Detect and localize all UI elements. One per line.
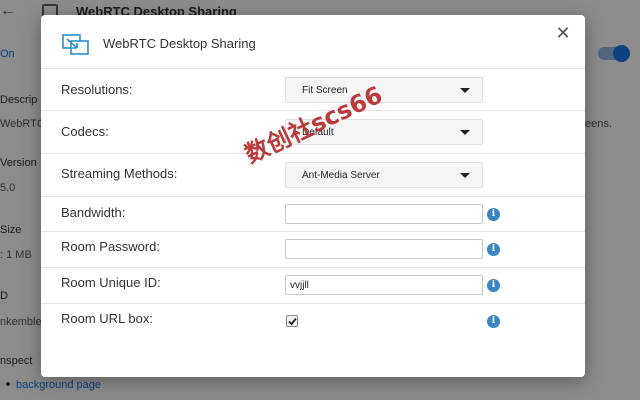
room-password-label: Room Password: bbox=[61, 239, 160, 254]
caret-down-icon bbox=[460, 88, 470, 93]
codecs-label: Codecs: bbox=[61, 124, 109, 139]
info-icon[interactable]: i bbox=[487, 315, 500, 328]
codecs-selected-value: Default bbox=[302, 127, 334, 138]
resolutions-row: Resolutions: Fit Screen bbox=[41, 69, 585, 111]
caret-down-icon bbox=[460, 130, 470, 135]
bandwidth-label: Bandwidth: bbox=[61, 205, 126, 220]
room-url-box-checkbox[interactable] bbox=[286, 315, 298, 327]
resolutions-label: Resolutions: bbox=[61, 82, 133, 97]
codecs-select[interactable]: Default bbox=[285, 119, 483, 145]
codecs-row: Codecs: Default bbox=[41, 111, 585, 154]
info-icon[interactable]: i bbox=[487, 208, 500, 221]
dialog-title: WebRTC Desktop Sharing bbox=[103, 36, 256, 51]
streaming-methods-row: Streaming Methods: Ant-Media Server bbox=[41, 154, 585, 197]
room-url-box-row: Room URL box: i bbox=[41, 304, 585, 338]
info-icon[interactable]: i bbox=[487, 243, 500, 256]
streaming-methods-select[interactable]: Ant-Media Server bbox=[285, 162, 483, 188]
caret-down-icon bbox=[460, 173, 470, 178]
close-icon[interactable]: ✕ bbox=[554, 24, 572, 42]
room-password-input[interactable] bbox=[285, 239, 483, 259]
resolutions-selected-value: Fit Screen bbox=[302, 85, 348, 96]
resolutions-select[interactable]: Fit Screen bbox=[285, 77, 483, 103]
room-unique-id-label: Room Unique ID: bbox=[61, 275, 161, 290]
checkmark-icon bbox=[288, 317, 297, 326]
info-icon[interactable]: i bbox=[487, 279, 500, 292]
streaming-methods-selected-value: Ant-Media Server bbox=[302, 170, 380, 181]
room-url-box-label: Room URL box: bbox=[61, 311, 153, 326]
settings-dialog: WebRTC Desktop Sharing ✕ Resolutions: Fi… bbox=[41, 15, 585, 377]
room-unique-id-row: Room Unique ID: i bbox=[41, 268, 585, 304]
bandwidth-row: Bandwidth: i bbox=[41, 197, 585, 232]
streaming-methods-label: Streaming Methods: bbox=[61, 166, 178, 181]
room-unique-id-input[interactable] bbox=[285, 275, 483, 295]
room-password-row: Room Password: i bbox=[41, 232, 585, 268]
dialog-header: WebRTC Desktop Sharing ✕ bbox=[41, 15, 585, 69]
bandwidth-input[interactable] bbox=[285, 204, 483, 224]
screen-share-icon bbox=[62, 34, 90, 61]
